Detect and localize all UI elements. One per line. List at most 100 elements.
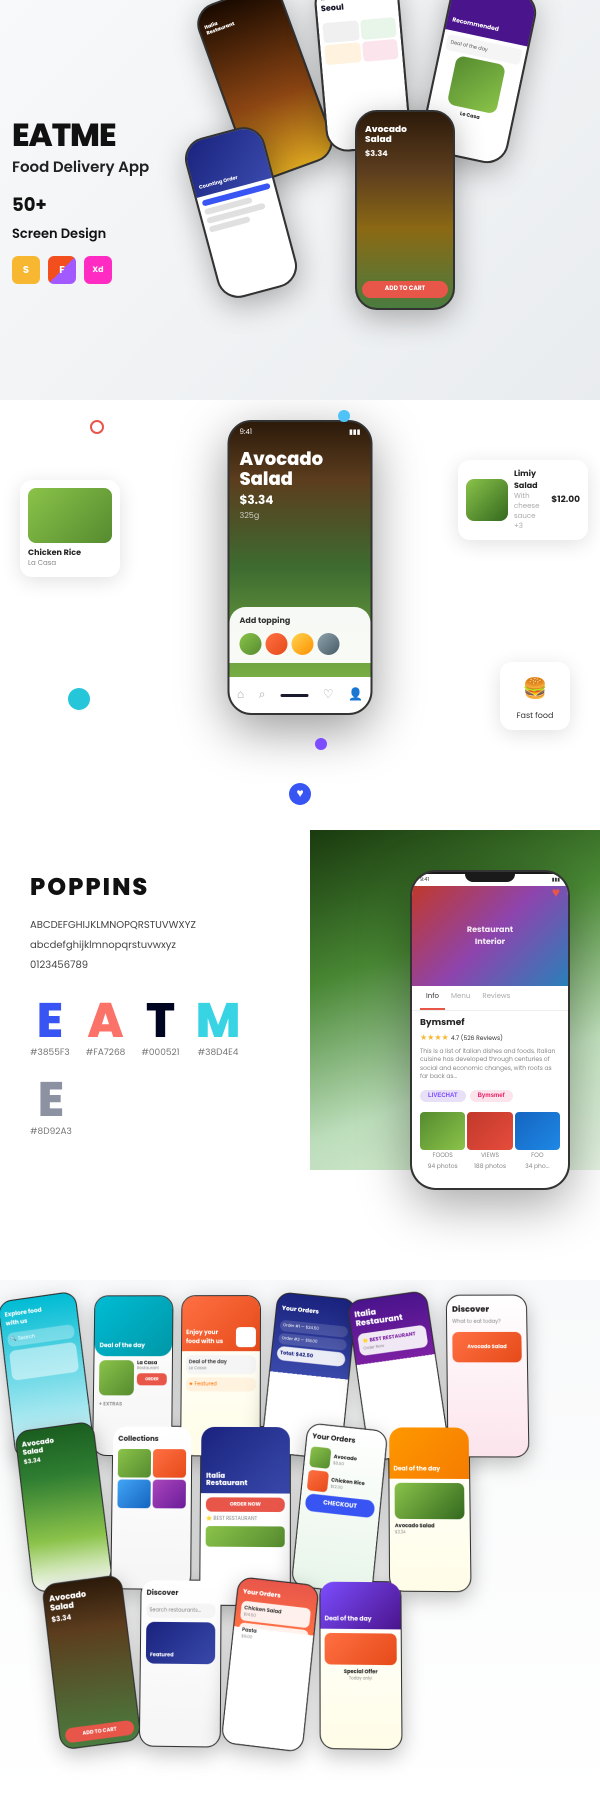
deco-dot-2 <box>338 410 350 422</box>
topping-4[interactable] <box>318 633 340 655</box>
tab-menu[interactable]: Menu <box>445 986 476 1010</box>
color-letter-t: T <box>141 997 179 1045</box>
food-info: Avocado Salad $3.34 325g <box>230 438 371 522</box>
salad-name: Limiy Salad <box>514 468 545 492</box>
deco-heart: ♥ <box>289 783 311 805</box>
photo-foods-count: 94 photos <box>420 1163 465 1172</box>
figma-icon: F <box>48 256 76 284</box>
mockups-perspective-wrapper: Explore foodwith us 🔍 Search Deal of the… <box>0 1280 600 1764</box>
chicken-name: Chicken Rice <box>28 547 112 559</box>
color-hex-e: #3855F3 <box>30 1047 70 1060</box>
phone-m: Discover Search restaurants... Featured <box>139 1579 222 1747</box>
fastfood-label: Fast food <box>508 710 562 722</box>
salad-description: With cheese sauce <box>514 492 545 522</box>
color-letter-m: M <box>196 997 241 1045</box>
screen-count: 50+ Screen Design <box>12 192 149 246</box>
salad-info: Limiy Salad With cheese sauce +3 <box>514 468 545 532</box>
typography-section: POPPINS ABCDEFGHIJKLMNOPQRSTUVWXYZ abcde… <box>0 830 600 1280</box>
phone-o: Deal of the day Special Offer Today only… <box>319 1581 402 1751</box>
phones-group-top: ItaliaRestaurant $499 Welcome toSeoul <box>190 0 600 380</box>
font-lowercase: abcdefghijklmnopqrstuvwxyz <box>30 937 270 953</box>
food-weight: 325g <box>240 510 361 522</box>
restaurant-stars: ★★★★ 4.7 (526 Reviews) <box>412 1032 568 1044</box>
color-e-blue: E #3855F3 <box>30 997 70 1060</box>
photo-views-label: VIEWS <box>467 1152 512 1161</box>
restaurant-screen: 9:41▮▮▮ RestaurantInterior ♥ Info Menu R… <box>412 874 568 1190</box>
salad-rating: +3 <box>514 522 545 532</box>
color-a-red: A #FA7268 <box>86 997 126 1060</box>
active-indicator <box>280 694 308 697</box>
color-hex-m: #38D4E4 <box>196 1047 241 1060</box>
nav-user[interactable]: 👤 <box>348 686 363 704</box>
restaurant-phone: 9:41▮▮▮ RestaurantInterior ♥ Info Menu R… <box>410 870 570 1190</box>
topping-list <box>240 633 361 655</box>
photo-grid: FOODS 94 photos VIEWS 188 photos FOO 34 … <box>412 1106 568 1178</box>
restaurant-description: This is a list of Italian dishes and foo… <box>412 1044 568 1086</box>
center-phone: 9:41 ▮▮▮ Avocado Salad $3.34 325g Add to… <box>228 420 373 715</box>
typography-right: 9:41▮▮▮ RestaurantInterior ♥ Info Menu R… <box>290 870 570 1190</box>
phone-mockup-5: AvocadoSalad $3.34 ADD TO CART <box>355 110 455 310</box>
topping-3[interactable] <box>292 633 314 655</box>
color-letter-e2: E <box>30 1076 72 1124</box>
chicken-image <box>28 488 112 543</box>
chicken-restaurant: La Casa <box>28 559 112 569</box>
brand-tagline: Food Delivery App <box>12 158 149 178</box>
fastfood-card[interactable]: 🍔 Fast food <box>500 662 570 730</box>
font-uppercase: ABCDEFGHIJKLMNOPQRSTUVWXYZ <box>30 917 270 933</box>
nav-search[interactable]: ⌕ <box>259 686 266 704</box>
photo-foo-label: FOO <box>515 1152 560 1161</box>
heart-icon[interactable]: ♥ <box>552 882 560 903</box>
color-palette: E #3855F3 A #FA7268 T #000521 M #38D4E4 … <box>30 997 250 1139</box>
photo-item-2[interactable]: VIEWS 188 photos <box>467 1112 512 1172</box>
salad-card[interactable]: Limiy Salad With cheese sauce +3 $12.00 <box>458 460 588 540</box>
photo-foods <box>420 1112 465 1150</box>
hero-text: EATME Food Delivery App 50+ Screen Desig… <box>12 120 149 284</box>
tool-badges: S F Xd <box>12 256 149 284</box>
phone-h: Collections <box>110 1426 192 1590</box>
xd-icon: Xd <box>84 256 112 284</box>
brand-name: EATME <box>12 120 149 152</box>
chicken-card[interactable]: Chicken Rice La Casa <box>20 480 120 577</box>
color-t-dark: T #000521 <box>141 997 179 1060</box>
color-letter-a: A <box>86 997 126 1045</box>
photo-foo <box>515 1112 560 1150</box>
add-topping-label: Add topping <box>240 615 361 627</box>
phone-k: Deal of the day Avocado Salad $3.34 <box>388 1426 471 1592</box>
deco-dot-purple <box>315 738 327 750</box>
feature-section: × ✓ Chicken Rice La Casa 9:41 ▮▮▮ Avocad… <box>0 400 600 830</box>
font-numbers: 0123456789 <box>30 957 270 973</box>
photo-views-count: 188 photos <box>467 1163 512 1172</box>
restaurant-tabs: Info Menu Reviews <box>412 986 568 1011</box>
food-price: $3.34 <box>240 492 361 510</box>
tab-reviews[interactable]: Reviews <box>476 986 516 1010</box>
typography-left: POPPINS ABCDEFGHIJKLMNOPQRSTUVWXYZ abcde… <box>30 870 290 1139</box>
tab-info[interactable]: Info <box>420 986 445 1010</box>
sketch-icon: S <box>12 256 40 284</box>
photo-foo-count: 34 pho... <box>515 1163 560 1172</box>
color-e-gray: E #8D92A3 <box>30 1076 72 1139</box>
hero-section: EATME Food Delivery App 50+ Screen Desig… <box>0 0 600 400</box>
topping-2[interactable] <box>266 633 288 655</box>
bottom-nav: ⌂ ⌕ ♡ 👤 <box>230 677 371 713</box>
photo-item-3[interactable]: FOO 34 pho... <box>515 1112 560 1172</box>
deco-dot-1 <box>90 420 104 434</box>
topping-1[interactable] <box>240 633 262 655</box>
photo-item-1[interactable]: FOODS 94 photos <box>420 1112 465 1172</box>
goto-button[interactable]: Bymsmef <box>470 1090 513 1102</box>
fastfood-icon: 🍔 <box>517 670 553 706</box>
color-letter-e: E <box>30 997 70 1045</box>
color-hex-e2: #8D92A3 <box>30 1126 72 1139</box>
restaurant-name: Bymsmef <box>412 1011 568 1032</box>
food-name: Avocado Salad <box>240 450 361 490</box>
resto-hero-image: RestaurantInterior ♥ <box>412 886 568 986</box>
deco-dot-large <box>68 688 90 710</box>
salad-image <box>466 479 508 521</box>
nav-heart[interactable]: ♡ <box>323 686 334 704</box>
mockups-section: Explore foodwith us 🔍 Search Deal of the… <box>0 1280 600 1810</box>
livechat-button[interactable]: LIVECHAT <box>420 1090 466 1102</box>
nav-home[interactable]: ⌂ <box>237 686 244 704</box>
font-name: POPPINS <box>30 870 270 905</box>
mockup-row-3: AvocadoSalad $3.34 ADD TO CART Discover … <box>49 1578 600 1753</box>
center-screen-bg: 9:41 ▮▮▮ Avocado Salad $3.34 325g Add to… <box>230 422 371 713</box>
color-hex-t: #000521 <box>141 1047 179 1060</box>
